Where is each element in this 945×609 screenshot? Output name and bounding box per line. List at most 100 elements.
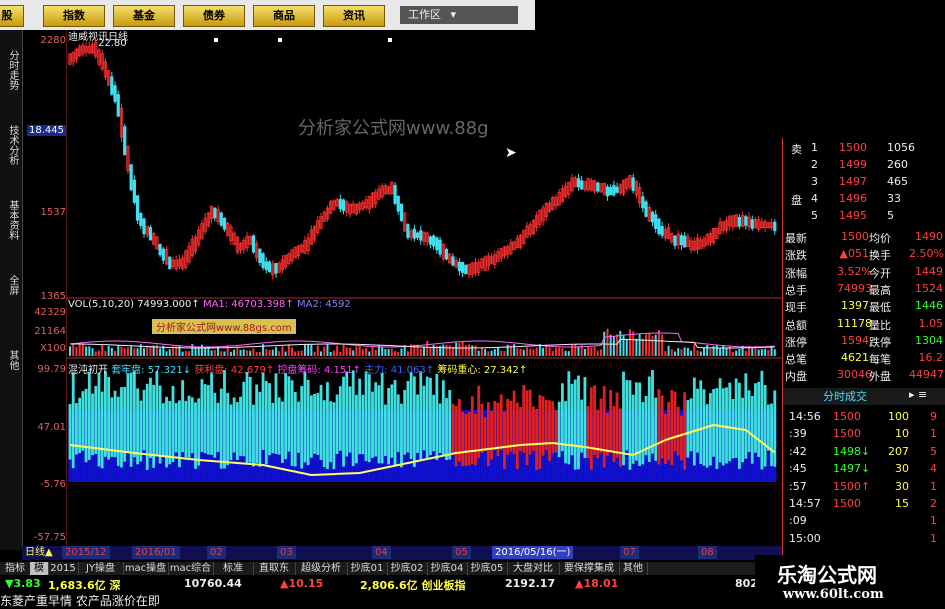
- sidetab-technical[interactable]: 技术分析: [2, 110, 20, 180]
- stats-val-2: 1490: [915, 230, 943, 243]
- formula-tab[interactable]: 大盘对比: [507, 562, 560, 575]
- indicator-bar: [158, 385, 162, 464]
- candle-body: [650, 211, 655, 223]
- volume-bar: [696, 350, 699, 356]
- candle-body: [139, 212, 143, 227]
- news-scroller[interactable]: 东菱产重早情 农产品涨价在即: [0, 593, 790, 609]
- volume-bar: [657, 329, 660, 356]
- volume-bar: [474, 345, 477, 356]
- indicator-bar: [602, 386, 606, 468]
- sidetab-timeshare[interactable]: 分时走势: [2, 35, 20, 105]
- axis-label-low: 1365: [40, 291, 66, 302]
- indicator-bar: [364, 371, 368, 462]
- volume-bar: [567, 351, 570, 356]
- indicator-bar: [445, 398, 448, 460]
- formula-tab[interactable]: 其他: [619, 562, 648, 575]
- sidetab-fundamental[interactable]: 基本资料: [2, 185, 20, 255]
- formula-tab[interactable]: 要保撑集成: [559, 562, 620, 575]
- volume-bar: [455, 342, 458, 356]
- kline-chart[interactable]: [66, 30, 782, 546]
- stats-row: 最新 1500 均价 1490: [783, 230, 945, 247]
- indicator-bar: [255, 384, 259, 463]
- formula-tab[interactable]: 超级分析: [295, 562, 348, 575]
- indicator-bar: [480, 403, 484, 453]
- menu-icon[interactable]: ▸ ≡: [909, 388, 927, 401]
- formula-tab[interactable]: 2015: [48, 562, 79, 575]
- candle-body: [435, 237, 439, 251]
- indicator-bar: [284, 373, 288, 460]
- sidetab-fullscreen[interactable]: 全屏: [2, 265, 20, 305]
- formula-tab[interactable]: 模版: [30, 562, 49, 587]
- tick-count: 1: [930, 479, 937, 493]
- formula-tab[interactable]: 指标: [0, 562, 31, 575]
- volume-bar: [731, 351, 734, 356]
- indicator-bar: [174, 402, 178, 453]
- indicator-bar: [554, 410, 558, 453]
- menu-index[interactable]: 指数: [43, 5, 105, 27]
- volume-bar: [94, 351, 97, 356]
- volume-bar: [117, 345, 120, 356]
- formula-tab[interactable]: mac综合: [168, 562, 214, 575]
- menu-bond[interactable]: 债券: [183, 5, 245, 27]
- indicator-bar: [551, 401, 555, 454]
- menu-fund[interactable]: 基金: [113, 5, 175, 27]
- menu-stock[interactable]: 股: [0, 5, 24, 27]
- index-ticker: ▼3.83 1,683.6亿 深 10760.44 ▲10.15 2,806.6亿 创业…: [0, 576, 790, 593]
- indicator-bar: [641, 402, 645, 465]
- order-book-row[interactable]: 5 1495 5: [783, 209, 945, 226]
- volume-bar: [397, 351, 400, 356]
- volume-bar: [345, 347, 348, 356]
- order-book-price: 1500: [839, 141, 867, 154]
- indicator-series: [68, 370, 777, 482]
- formula-tab[interactable]: 抄底02: [387, 562, 428, 575]
- volume-bar: [320, 351, 323, 356]
- indicator-bar: [361, 394, 365, 455]
- formula-tab[interactable]: 抄底04: [427, 562, 468, 575]
- volume-bar: [464, 345, 467, 356]
- indicator-bar: [123, 386, 127, 462]
- period-label[interactable]: 日线▲: [22, 546, 56, 559]
- candle-body: [393, 184, 397, 204]
- indicator-bar: [712, 388, 716, 457]
- stats-val-2: 16.2: [918, 351, 944, 365]
- formula-tab[interactable]: mac操盘: [123, 562, 169, 575]
- indicator-bar: [425, 376, 429, 460]
- order-book-level: 3: [811, 175, 818, 188]
- volume-bar: [81, 344, 84, 356]
- indicator-bar: [763, 385, 767, 467]
- formula-tab[interactable]: 抄底05: [467, 562, 508, 575]
- volume-bar: [390, 348, 393, 356]
- formula-tab[interactable]: 标准: [213, 562, 254, 575]
- volume-bar: [661, 334, 664, 356]
- candle-body: [596, 182, 600, 192]
- order-book-row[interactable]: 盘 4 1496 33: [783, 192, 945, 209]
- indicator-bar: [358, 378, 362, 455]
- indicator-bar: [509, 400, 513, 452]
- order-book-row[interactable]: 3 1497 465: [783, 175, 945, 192]
- workarea-dropdown[interactable]: 工作区 ▾: [400, 6, 518, 24]
- volume-bar: [715, 345, 718, 356]
- workarea-label: 工作区: [408, 8, 441, 21]
- volume-bar: [735, 350, 738, 356]
- formula-tab[interactable]: 抄底01: [347, 562, 388, 575]
- candle-body: [605, 186, 610, 197]
- formula-tab[interactable]: JY操盘: [78, 562, 124, 575]
- tick-header[interactable]: 分时成交 ▸ ≡: [783, 388, 945, 405]
- menu-news[interactable]: 资讯: [323, 5, 385, 27]
- candle-body: [168, 256, 172, 270]
- sidetab-other[interactable]: 其他: [2, 340, 20, 380]
- volume-bar: [416, 344, 419, 356]
- indicator-bar: [197, 398, 201, 466]
- order-book-level: 4: [811, 192, 818, 205]
- volume-bar: [368, 351, 371, 356]
- volume-bar: [645, 334, 648, 356]
- order-book-volume: 260: [887, 158, 908, 171]
- volume-bar: [274, 347, 277, 356]
- order-book-row[interactable]: 2 1499 260: [783, 158, 945, 175]
- order-book-row[interactable]: 卖 1 1500 1056: [783, 141, 945, 158]
- menu-commodity[interactable]: 商品: [253, 5, 315, 27]
- stats-key-2: 跌停: [869, 335, 891, 349]
- indicator-bar: [145, 383, 149, 470]
- formula-tab[interactable]: 直取东: [253, 562, 296, 575]
- stats-val-1: 3.52%: [837, 264, 872, 278]
